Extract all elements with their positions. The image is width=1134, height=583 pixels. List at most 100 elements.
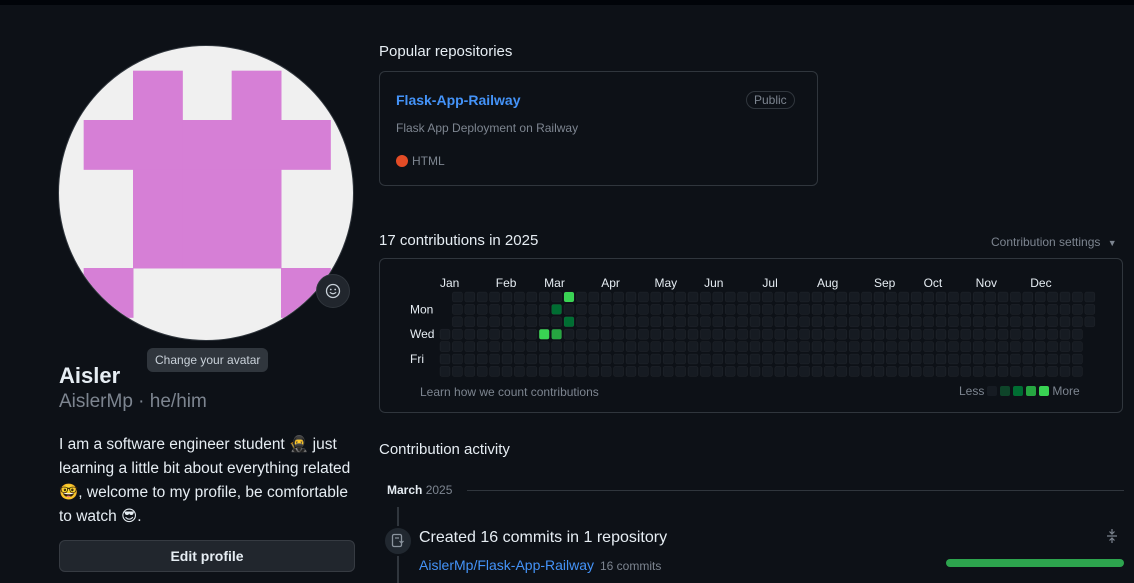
contribution-day-cell[interactable] xyxy=(749,341,761,352)
contribution-day-cell[interactable] xyxy=(774,341,786,352)
contribution-day-cell[interactable] xyxy=(737,316,748,328)
contribution-day-cell[interactable] xyxy=(650,328,662,340)
contribution-day-cell[interactable] xyxy=(886,366,897,377)
contribution-day-cell[interactable] xyxy=(638,366,649,377)
contribution-day-cell[interactable] xyxy=(1034,353,1046,365)
contribution-day-cell[interactable] xyxy=(836,291,848,303)
contribution-day-cell[interactable] xyxy=(923,316,934,328)
commit-repo-link[interactable]: AislerMp/Flask-App-Railway xyxy=(419,557,594,573)
contribution-day-cell[interactable] xyxy=(762,353,773,365)
contribution-day-cell[interactable] xyxy=(464,341,476,352)
contribution-day-cell[interactable] xyxy=(1034,304,1046,315)
contribution-day-cell[interactable] xyxy=(600,316,612,328)
contribution-day-cell[interactable] xyxy=(1047,316,1058,328)
contribution-day-cell[interactable] xyxy=(551,304,562,315)
contribution-day-cell[interactable] xyxy=(526,341,538,352)
contribution-day-cell[interactable] xyxy=(687,316,699,328)
contribution-day-cell[interactable] xyxy=(997,341,1009,352)
contribution-day-cell[interactable] xyxy=(625,291,637,303)
contribution-day-cell[interactable] xyxy=(600,304,612,315)
contribution-day-cell[interactable] xyxy=(439,353,451,365)
contribution-day-cell[interactable] xyxy=(737,304,748,315)
contribution-day-cell[interactable] xyxy=(650,304,662,315)
contribution-day-cell[interactable] xyxy=(452,328,463,340)
contribution-day-cell[interactable] xyxy=(898,328,910,340)
contribution-day-cell[interactable] xyxy=(464,316,476,328)
contribution-day-cell[interactable] xyxy=(774,304,786,315)
contribution-day-cell[interactable] xyxy=(749,304,761,315)
contribution-day-cell[interactable] xyxy=(786,353,798,365)
contribution-day-cell[interactable] xyxy=(861,341,872,352)
change-avatar-button[interactable] xyxy=(316,274,350,308)
contribution-day-cell[interactable] xyxy=(563,304,575,315)
contribution-day-cell[interactable] xyxy=(948,291,959,303)
contribution-day-cell[interactable] xyxy=(588,366,600,377)
contribution-day-cell[interactable] xyxy=(923,353,934,365)
contribution-day-cell[interactable] xyxy=(476,316,488,328)
contribution-day-cell[interactable] xyxy=(538,291,550,303)
contribution-day-cell[interactable] xyxy=(960,328,972,340)
contribution-day-cell[interactable] xyxy=(588,316,600,328)
contribution-day-cell[interactable] xyxy=(501,366,513,377)
contribution-day-cell[interactable] xyxy=(514,304,525,315)
contribution-day-cell[interactable] xyxy=(972,341,984,352)
contribution-day-cell[interactable] xyxy=(625,316,637,328)
contribution-day-cell[interactable] xyxy=(1022,291,1034,303)
contribution-day-cell[interactable] xyxy=(588,328,600,340)
contribution-day-cell[interactable] xyxy=(1059,328,1071,340)
contribution-day-cell[interactable] xyxy=(514,328,525,340)
contribution-day-cell[interactable] xyxy=(1047,341,1058,352)
contribution-day-cell[interactable] xyxy=(613,316,624,328)
contribution-day-cell[interactable] xyxy=(551,316,562,328)
contribution-day-cell[interactable] xyxy=(873,353,885,365)
contribution-day-cell[interactable] xyxy=(774,353,786,365)
contribution-day-cell[interactable] xyxy=(476,353,488,365)
contribution-day-cell[interactable] xyxy=(749,291,761,303)
contribution-day-cell[interactable] xyxy=(724,328,736,340)
contribution-day-cell[interactable] xyxy=(526,328,538,340)
contribution-day-cell[interactable] xyxy=(600,353,612,365)
contribution-day-cell[interactable] xyxy=(836,341,848,352)
contribution-day-cell[interactable] xyxy=(489,316,500,328)
contribution-day-cell[interactable] xyxy=(613,291,624,303)
contribution-day-cell[interactable] xyxy=(873,341,885,352)
contribution-day-cell[interactable] xyxy=(650,291,662,303)
contribution-day-cell[interactable] xyxy=(1034,341,1046,352)
contribution-day-cell[interactable] xyxy=(786,316,798,328)
contribution-day-cell[interactable] xyxy=(489,304,500,315)
contribution-day-cell[interactable] xyxy=(489,341,500,352)
contribution-day-cell[interactable] xyxy=(476,366,488,377)
contribution-day-cell[interactable] xyxy=(576,366,587,377)
contribution-day-cell[interactable] xyxy=(762,366,773,377)
contribution-day-cell[interactable] xyxy=(799,353,810,365)
contribution-day-cell[interactable] xyxy=(898,366,910,377)
contribution-day-cell[interactable] xyxy=(1084,291,1096,303)
contribution-day-cell[interactable] xyxy=(600,341,612,352)
contribution-day-cell[interactable] xyxy=(1059,291,1071,303)
contribution-day-cell[interactable] xyxy=(824,353,835,365)
contribution-day-cell[interactable] xyxy=(452,353,463,365)
contribution-day-cell[interactable] xyxy=(1010,304,1021,315)
contribution-day-cell[interactable] xyxy=(960,366,972,377)
contribution-day-cell[interactable] xyxy=(675,366,686,377)
contribution-day-cell[interactable] xyxy=(662,328,674,340)
contribution-day-cell[interactable] xyxy=(551,328,562,340)
contribution-day-cell[interactable] xyxy=(873,366,885,377)
contribution-day-cell[interactable] xyxy=(799,316,810,328)
contribution-day-cell[interactable] xyxy=(910,366,922,377)
contribution-day-cell[interactable] xyxy=(687,304,699,315)
contribution-day-cell[interactable] xyxy=(576,341,587,352)
contribution-day-cell[interactable] xyxy=(873,328,885,340)
contribution-day-cell[interactable] xyxy=(724,353,736,365)
contribution-day-cell[interactable] xyxy=(514,316,525,328)
contribution-day-cell[interactable] xyxy=(489,366,500,377)
contribution-day-cell[interactable] xyxy=(625,353,637,365)
contribution-day-cell[interactable] xyxy=(476,304,488,315)
contribution-day-cell[interactable] xyxy=(588,353,600,365)
contribution-day-cell[interactable] xyxy=(910,353,922,365)
contribution-day-cell[interactable] xyxy=(997,304,1009,315)
contribution-day-cell[interactable] xyxy=(848,353,860,365)
contribution-day-cell[interactable] xyxy=(700,341,711,352)
contribution-day-cell[interactable] xyxy=(724,366,736,377)
contribution-day-cell[interactable] xyxy=(935,366,947,377)
